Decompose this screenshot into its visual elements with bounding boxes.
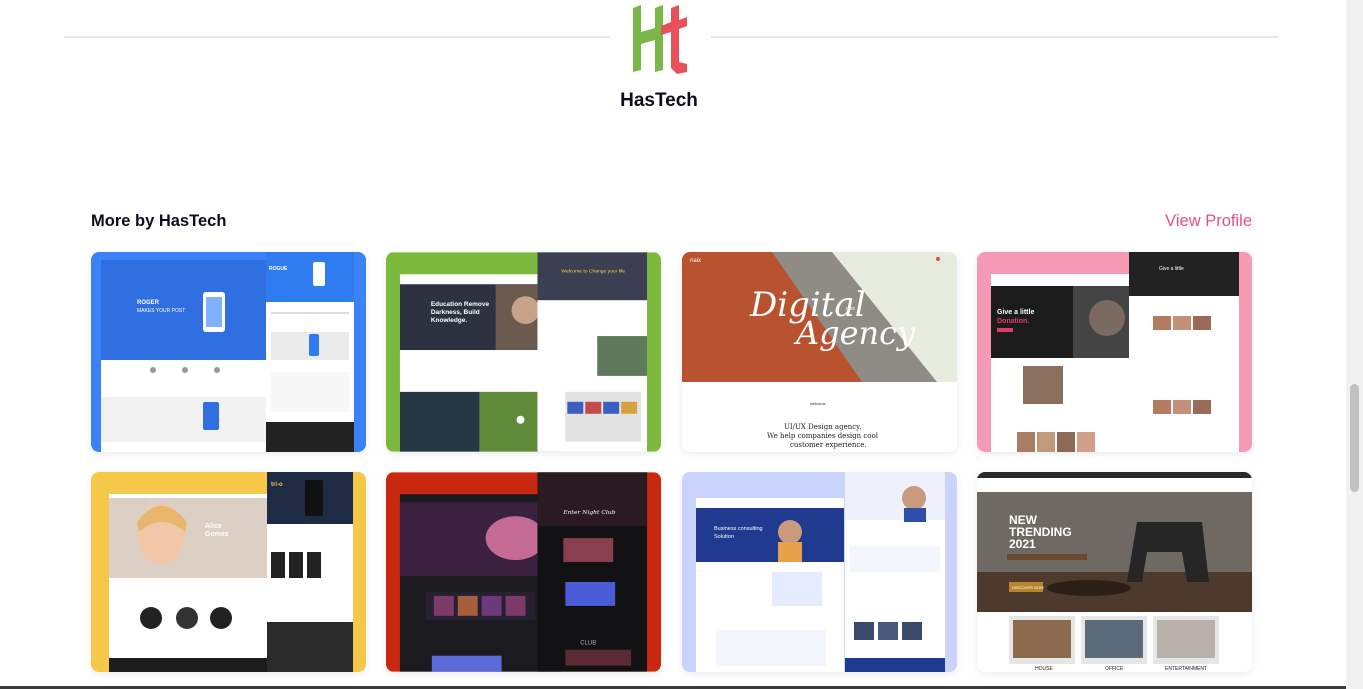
shot-thumbnail: Alice Gomez tri-o	[91, 472, 366, 672]
shot-text: Give a little	[1159, 266, 1184, 272]
shot-thumbnail: ROGER MAKES YOUR POST ROGUE	[91, 252, 366, 452]
shot-card-business-consulting[interactable]: Business consulting Solution	[682, 472, 957, 672]
scrollbar-thumb[interactable]	[1350, 384, 1359, 492]
shot-text: 2021	[1009, 537, 1036, 551]
shot-text: DISCOVER NOW	[1012, 585, 1044, 590]
section-title: More by HasTech	[91, 212, 227, 230]
shot-text: Enter Night Club	[562, 509, 615, 516]
shot-text: ROGUE	[269, 266, 288, 272]
shot-card-digital-agency[interactable]: naix Digital Agency naix welcome UI/UX D…	[682, 252, 957, 452]
shot-text: Welcome to Change your life	[561, 268, 625, 274]
shot-text: ROGER	[137, 300, 160, 306]
shot-text: Alice	[205, 523, 222, 530]
shot-text: We help companies design cool	[767, 432, 879, 440]
hastech-logo-mark	[633, 5, 687, 74]
shot-thumbnail: naix Digital Agency naix welcome UI/UX D…	[682, 252, 957, 452]
shot-text: Solution	[714, 534, 734, 540]
shot-thumbnail: NEW TRENDING 2021 DISCOVER NOW HOUSE OFF…	[977, 472, 1252, 672]
hastech-logo[interactable]	[631, 2, 689, 74]
shot-card-charity-template[interactable]: Give a little Donation. Give a little	[977, 252, 1252, 452]
shot-card-education-template[interactable]: Education Remove Darkness, Build Knowled…	[386, 252, 661, 452]
shot-text: Agency	[793, 314, 916, 352]
shot-text: customer experience.	[790, 441, 867, 449]
brand-name[interactable]: HasTech	[560, 90, 758, 112]
shot-card-portfolio-alice[interactable]: Alice Gomez tri-o	[91, 472, 366, 672]
header-divider-right	[711, 36, 1279, 38]
shot-text: naix	[690, 258, 701, 264]
shot-text: Donation.	[997, 318, 1029, 325]
shot-thumbnail: Enter Night Club CLUB	[386, 472, 661, 672]
shot-thumbnail: Business consulting Solution	[682, 472, 957, 672]
shot-text: Gomez	[205, 531, 229, 538]
shot-text: Knowledge.	[431, 317, 468, 324]
shot-thumbnail: Give a little Donation. Give a little	[977, 252, 1252, 452]
shot-text: Business consulting	[714, 526, 763, 532]
shot-card-night-club[interactable]: Enter Night Club CLUB	[386, 472, 661, 672]
view-profile-link[interactable]: View Profile	[1165, 212, 1252, 231]
shot-text: welcome	[810, 401, 827, 406]
shot-card-furniture-store[interactable]: NEW TRENDING 2021 DISCOVER NOW HOUSE OFF…	[977, 472, 1252, 672]
shot-text: OFFICE	[1105, 666, 1124, 672]
shot-text: UI/UX Design agency.	[784, 423, 861, 431]
shot-text: MAKES YOUR POST	[137, 308, 185, 314]
shot-text: Darkness, Build	[431, 309, 480, 316]
shot-thumbnail: Education Remove Darkness, Build Knowled…	[386, 252, 661, 452]
shot-text: tri-o	[271, 482, 283, 488]
header-divider-left	[64, 36, 610, 38]
shot-text: Give a little	[997, 309, 1034, 316]
shot-text: CLUB	[580, 641, 596, 647]
shot-card-roger-app-landing[interactable]: ROGER MAKES YOUR POST ROGUE	[91, 252, 366, 452]
shot-text: ENTERTAINMENT	[1165, 666, 1207, 672]
shot-text: naix	[846, 306, 856, 312]
shot-text: Education Remove	[431, 301, 490, 308]
page-scrollbar[interactable]	[1346, 0, 1363, 689]
shot-text: HOUSE	[1035, 666, 1053, 672]
